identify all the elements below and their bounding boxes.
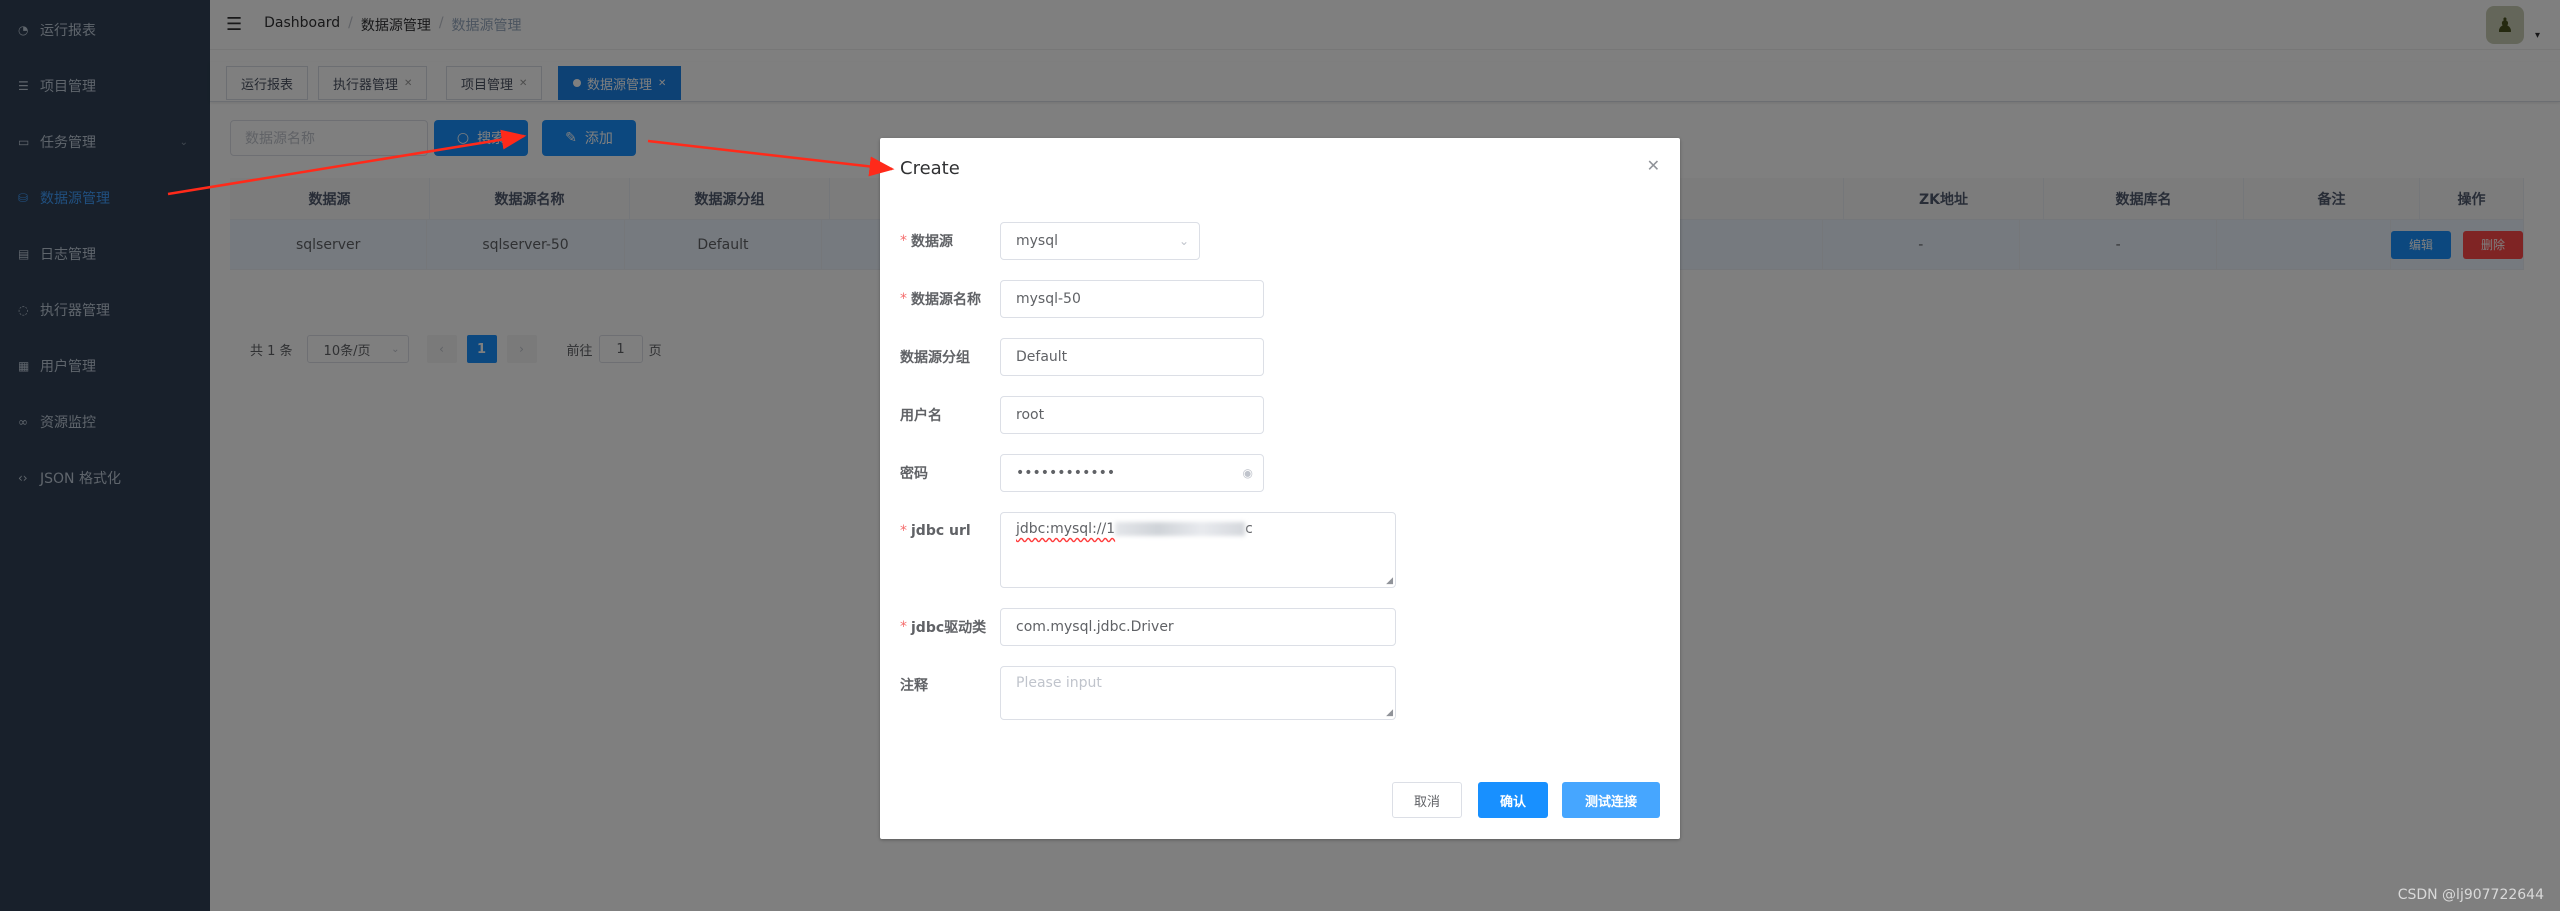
annotation-arrow [167, 129, 527, 196]
annotation-arrow [647, 139, 895, 177]
annotation-arrows [167, 129, 895, 196]
watermark: CSDN @lj907722644 [2397, 887, 2544, 903]
